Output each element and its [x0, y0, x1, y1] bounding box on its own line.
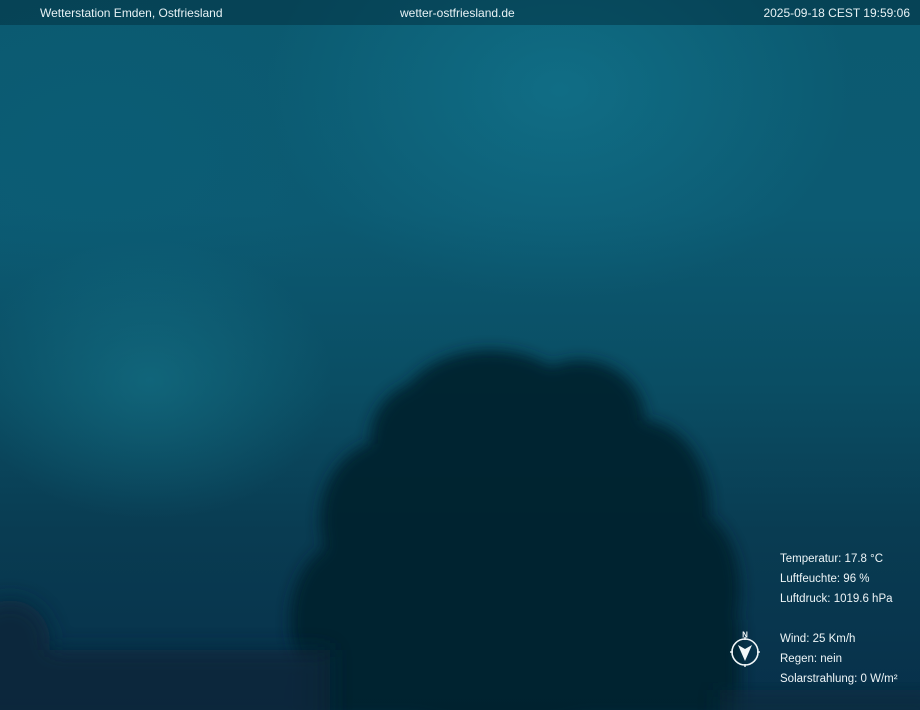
humidity-reading: Luftfeuchte: 96 % — [780, 573, 870, 585]
website-link: wetter-ostfriesland.de — [400, 6, 515, 20]
weather-readings: Temperatur: 17.8 °C Luftfeuchte: 96 % Lu… — [780, 549, 898, 689]
webcam-image: Wetterstation Emden, Ostfriesland wetter… — [0, 0, 920, 710]
pressure-reading: Luftdruck: 1019.6 hPa — [780, 593, 893, 605]
caption-bar: Wetterstation Emden, Ostfriesland wetter… — [0, 0, 920, 25]
temperature-reading: Temperatur: 17.8 °C — [780, 553, 884, 565]
foreground-right — [720, 690, 920, 710]
rain-reading: Regen: nein — [780, 653, 843, 665]
tree-silhouette — [290, 350, 740, 710]
foreground-left — [0, 600, 330, 710]
compass-icon: N — [728, 630, 762, 670]
readings-spacer — [780, 609, 898, 629]
solar-reading: Solarstrahlung: 0 W/m² — [780, 673, 898, 685]
timestamp: 2025-09-18 CEST 19:59:06 — [763, 6, 910, 20]
station-name: Wetterstation Emden, Ostfriesland — [40, 6, 223, 20]
wind-reading: Wind: 25 Km/h — [780, 633, 856, 645]
